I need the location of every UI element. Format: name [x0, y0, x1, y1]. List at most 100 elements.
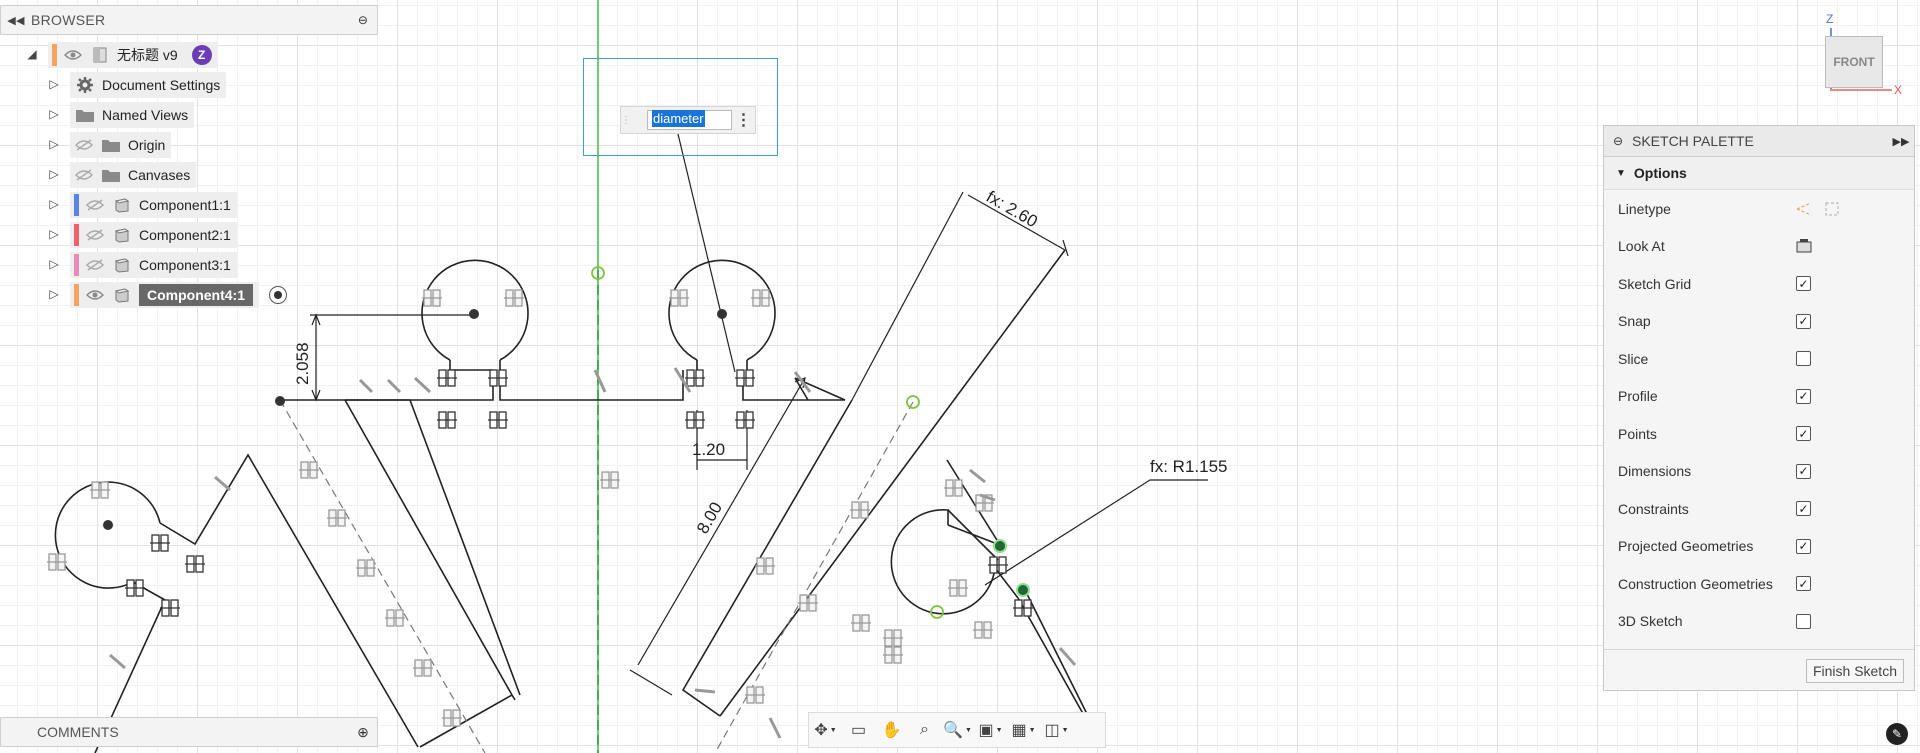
visibility-eye-icon[interactable] [74, 137, 94, 153]
option-checkbox[interactable]: ✓ [1796, 576, 1811, 592]
tree-node[interactable]: Component1:1 [70, 192, 237, 218]
constraint-glyph-icon[interactable] [504, 289, 524, 307]
expand-arrow-icon[interactable]: ▷ [46, 77, 62, 93]
expand-arrow-icon[interactable]: ▷ [46, 197, 62, 213]
option-checkbox[interactable]: ✓ [1796, 501, 1811, 517]
constraint-glyph-icon[interactable] [90, 481, 110, 499]
option-checkbox[interactable]: ✓ [1796, 463, 1811, 479]
visibility-eye-icon[interactable] [85, 197, 105, 213]
viewports-icon[interactable]: ◫ ▼ [1040, 715, 1073, 745]
coincident-constraint-icon[interactable] [488, 369, 508, 387]
coincident-constraint-icon[interactable] [685, 369, 705, 387]
collapse-browser-icon[interactable]: ◀◀ [1, 14, 31, 27]
expand-arrow-icon[interactable]: ▷ [46, 107, 62, 123]
perpendicular-constraint-icon[interactable] [386, 378, 402, 394]
constraint-glyph-icon[interactable] [973, 621, 993, 639]
tree-item-label[interactable]: Named Views [102, 107, 188, 123]
option-checkbox[interactable]: ✓ [1796, 538, 1811, 554]
dim-fx-r1155[interactable]: fx: R1.155 [1150, 457, 1228, 476]
comments-bar[interactable]: COMMENTS ⊕ [0, 717, 378, 747]
coincident-constraint-icon[interactable] [1013, 599, 1033, 617]
look-at-icon[interactable]: ▭ [842, 715, 875, 745]
constraint-glyph-icon[interactable] [883, 646, 903, 664]
constraint-glyph-icon[interactable] [745, 686, 765, 704]
visibility-eye-icon[interactable] [63, 47, 83, 63]
tree-item-label[interactable]: Component1:1 [139, 197, 231, 213]
finish-sketch-button[interactable]: Finish Sketch [1805, 659, 1904, 683]
tree-item[interactable]: ▷ Named Views [46, 102, 195, 128]
expand-arrow-icon[interactable]: ▷ [46, 167, 62, 183]
zoom-window-icon[interactable]: 🔍 ▼ [941, 715, 974, 745]
constraint-glyph-icon[interactable] [385, 609, 405, 627]
visibility-eye-icon[interactable] [85, 257, 105, 273]
collapse-root-icon[interactable]: ◢ [24, 47, 40, 63]
diameter-input[interactable]: diameter [647, 110, 732, 130]
coincident-constraint-icon[interactable] [437, 369, 457, 387]
coincident-constraint-icon[interactable] [735, 369, 755, 387]
grid-snap-icon[interactable]: ▦ ▼ [1007, 715, 1040, 745]
tree-root[interactable]: ◢ 无标题 v9 Z [24, 42, 218, 68]
visibility-eye-icon[interactable] [85, 227, 105, 243]
constraint-glyph-icon[interactable] [851, 614, 871, 632]
tree-item[interactable]: ▷ Component4:1 [46, 282, 287, 308]
perpendicular-constraint-icon[interactable] [1058, 647, 1077, 666]
tree-item-label[interactable]: Document Settings [102, 77, 220, 93]
dim-fx-260[interactable]: fx: 2.60 [983, 187, 1041, 231]
orbit-icon[interactable]: ✥ ▼ [809, 715, 842, 745]
option-checkbox[interactable]: ✓ [1796, 276, 1811, 292]
expand-arrow-icon[interactable]: ▷ [46, 287, 62, 303]
options-section-header[interactable]: ▼ Options [1604, 157, 1914, 190]
perpendicular-constraint-icon[interactable] [109, 653, 126, 670]
activate-component-radio[interactable] [269, 286, 287, 304]
option-checkbox[interactable]: ✓ [1796, 426, 1811, 442]
tree-item-label[interactable]: Origin [128, 137, 165, 153]
constraint-glyph-icon[interactable] [356, 559, 376, 577]
coincident-constraint-icon[interactable] [150, 534, 170, 552]
coincident-constraint-icon[interactable] [685, 411, 705, 429]
palette-minimize-icon[interactable]: ⊖ [1604, 134, 1632, 148]
coincident-constraint-icon[interactable] [160, 599, 180, 617]
constraint-glyph-icon[interactable] [755, 557, 775, 575]
tree-item[interactable]: ▷ Component1:1 [46, 192, 237, 218]
tree-item[interactable]: ▷ Component3:1 [46, 252, 237, 278]
tree-node[interactable]: Named Views [70, 102, 195, 128]
tree-item[interactable]: ▷ Canvases [46, 162, 197, 188]
tree-item-label[interactable]: Component3:1 [139, 257, 231, 273]
constraint-glyph-icon[interactable] [850, 501, 870, 519]
zoom-fit-icon[interactable]: ⌕ [908, 715, 941, 745]
constraint-glyph-icon[interactable] [600, 471, 620, 489]
expand-palette-icon[interactable]: ▶▶ [1888, 135, 1914, 148]
option-checkbox[interactable] [1796, 613, 1811, 629]
constraint-glyph-icon[interactable] [751, 289, 771, 307]
constraint-glyph-icon[interactable] [327, 509, 347, 527]
constraint-glyph-icon[interactable] [299, 461, 319, 479]
tree-item[interactable]: ▷ Document Settings [46, 72, 227, 98]
constraint-glyph-icon[interactable] [669, 289, 689, 307]
root-node[interactable]: 无标题 v9 Z [48, 42, 218, 68]
tree-node[interactable]: Component2:1 [70, 222, 237, 248]
tree-node[interactable]: Origin [70, 132, 172, 158]
tree-item[interactable]: ▷ Component2:1 [46, 222, 237, 248]
pan-icon[interactable]: ✋ [875, 715, 908, 745]
add-comment-icon[interactable]: ⊕ [349, 724, 377, 741]
perpendicular-constraint-icon[interactable] [969, 468, 986, 484]
perpendicular-constraint-icon[interactable] [214, 475, 231, 492]
perpendicular-constraint-icon[interactable] [694, 688, 716, 694]
constraint-glyph-icon[interactable] [413, 659, 433, 677]
coincident-constraint-icon[interactable] [735, 411, 755, 429]
expand-arrow-icon[interactable]: ▷ [46, 227, 62, 243]
tree-item[interactable]: ▷ Origin [46, 132, 172, 158]
display-settings-icon[interactable]: ▣ ▼ [974, 715, 1007, 745]
tree-item-label[interactable]: Canvases [128, 167, 190, 183]
visibility-eye-icon[interactable] [85, 287, 105, 303]
dim-120[interactable]: 1.20 [692, 440, 725, 459]
coincident-constraint-icon[interactable] [488, 411, 508, 429]
option-checkbox[interactable]: ✓ [1796, 388, 1811, 404]
coincident-constraint-icon[interactable] [185, 555, 205, 573]
constraint-glyph-icon[interactable] [948, 579, 968, 597]
look-at-icon[interactable] [1794, 237, 1814, 255]
dim-2058[interactable]: 2.058 [293, 342, 312, 385]
perpendicular-constraint-icon[interactable] [768, 717, 782, 739]
perpendicular-constraint-icon[interactable] [358, 378, 374, 394]
option-checkbox[interactable] [1796, 351, 1811, 367]
